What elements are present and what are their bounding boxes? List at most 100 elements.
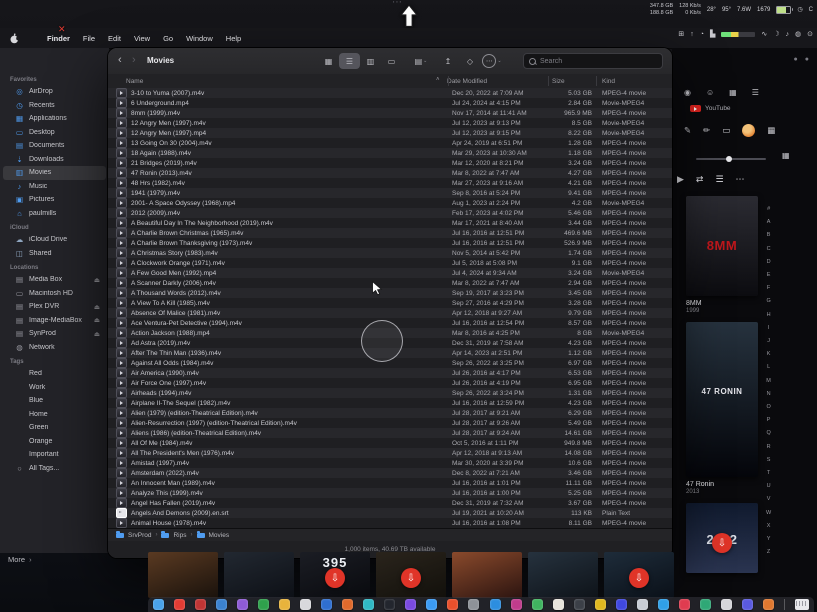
alpha-letter[interactable]: G <box>766 295 771 308</box>
user-icon[interactable]: ☺ <box>706 88 714 97</box>
dock-app-19[interactable] <box>531 599 543 610</box>
menu-go[interactable]: Go <box>163 34 173 43</box>
queue-button[interactable]: ☰ <box>715 174 723 185</box>
alpha-letter[interactable]: S <box>766 454 771 467</box>
sidebar-item-paulmills[interactable]: ⌂ paulmills <box>3 207 106 221</box>
sidebar-item-home[interactable]: Home <box>3 408 106 422</box>
dock-app-8[interactable] <box>300 599 312 610</box>
alpha-letter[interactable]: W <box>766 507 771 520</box>
file-row[interactable]: A Christmas Story (1983).m4v Nov 5, 2014… <box>108 248 672 258</box>
sidebar-item-downloads[interactable]: ⇣ Downloads <box>3 153 106 167</box>
grid-icon[interactable]: ▦ <box>729 88 737 97</box>
sidebar-item-image-mediabox[interactable]: ▤ Image-MediaBox ⏏ <box>3 314 106 328</box>
file-row[interactable]: 13 Going On 30 (2004).m4v Apr 24, 2019 a… <box>108 138 672 148</box>
file-row[interactable]: A Charlie Brown Thanksgiving (1973).m4v … <box>108 238 672 248</box>
dock-app-7[interactable] <box>279 599 291 610</box>
more-actions-button[interactable]: ⋯ ⌄ <box>482 53 502 69</box>
alpha-letter[interactable]: H <box>766 309 771 322</box>
menubar-extras[interactable]: ⊞ ↑ ◔ ▙ ∿ ☽ ♪ ◍ ⊙ <box>678 30 813 39</box>
file-row[interactable]: A Beautiful Day In The Neighborhood (201… <box>108 218 672 228</box>
view-icons-button[interactable]: ▦ <box>318 53 339 69</box>
dock-app-21[interactable] <box>573 599 585 610</box>
view-list-button[interactable]: ☰ <box>339 53 360 69</box>
desktop-poster[interactable] <box>452 552 522 598</box>
shuffle-button[interactable]: ⇄ <box>696 174 704 185</box>
file-row[interactable]: 48 Hrs (1982).m4v Mar 27, 2023 at 9:16 A… <box>108 178 672 188</box>
status-x-icon[interactable]: ✕ <box>58 24 66 35</box>
display-icon[interactable]: ▭ <box>722 125 730 136</box>
moon-icon[interactable]: ☽ <box>773 30 779 38</box>
file-row[interactable]: 12 Angry Men (1997).mp4 Jul 12, 2023 at … <box>108 128 672 138</box>
file-row[interactable]: 8mm (1999).m4v Nov 17, 2014 at 11:41 AM … <box>108 108 672 118</box>
alpha-letter[interactable]: K <box>766 348 771 361</box>
sidebar-item-shared[interactable]: ◫ Shared <box>3 247 106 261</box>
sidebar-item-plex-dvr[interactable]: ▤ Plex DVR ⏏ <box>3 300 106 314</box>
alpha-letter[interactable]: P <box>766 414 771 427</box>
menu-edit[interactable]: Edit <box>108 34 121 43</box>
path-item[interactable]: Movies <box>209 532 230 539</box>
dock-app-14[interactable] <box>426 599 438 610</box>
search-field[interactable]: Search <box>523 53 663 69</box>
sidebar-item-music[interactable]: ♪ Music <box>3 180 106 194</box>
sidebar-item-airdrop[interactable]: ◎ AirDrop <box>3 85 106 99</box>
grid-view-icon[interactable]: ▦ <box>782 151 790 160</box>
alpha-letter[interactable]: E <box>766 269 771 282</box>
alpha-letter[interactable]: C <box>766 243 771 256</box>
alpha-letter[interactable]: Z <box>766 546 771 559</box>
dock-app-27[interactable] <box>699 599 711 610</box>
menu-file[interactable]: File <box>83 34 95 43</box>
dock-app-11[interactable] <box>363 599 375 610</box>
file-row[interactable]: Amistad (1997).m4v Mar 30, 2020 at 3:39 … <box>108 458 672 468</box>
dock-app-3[interactable] <box>195 599 207 610</box>
dock-app-26[interactable] <box>678 599 690 610</box>
sidebar-item-network[interactable]: ◍ Network <box>3 341 106 355</box>
sidebar-item-applications[interactable]: ▦ Applications <box>3 112 106 126</box>
group-button[interactable]: ▤ ⌄ <box>411 53 431 69</box>
file-row[interactable]: Absence Of Malice (1981).m4v Apr 12, 201… <box>108 308 672 318</box>
back-button[interactable]: ‹ <box>118 54 122 66</box>
sidebar-item-macintosh-hd[interactable]: ▭ Macintosh HD <box>3 287 106 301</box>
eject-icon[interactable]: ⏏ <box>94 276 100 284</box>
dock-app-24[interactable] <box>636 599 648 610</box>
file-row[interactable]: Amsterdam (2022).m4v Dec 8, 2022 at 7:21… <box>108 468 672 478</box>
dock-app-17[interactable] <box>489 599 501 610</box>
menu-icon[interactable]: ☰ <box>752 88 759 97</box>
alpha-letter[interactable]: F <box>766 282 771 295</box>
sidebar-item-desktop[interactable]: ▭ Desktop <box>3 126 106 140</box>
sidebar-item-recents[interactable]: ◷ Recents <box>3 99 106 113</box>
file-row[interactable]: Angels And Demons (2009).en.srt Jul 19, … <box>108 508 672 518</box>
view-columns-button[interactable]: ▥ <box>360 53 381 69</box>
column-header-kind[interactable]: Kind <box>602 78 672 85</box>
up-icon[interactable]: ↑ <box>690 31 694 38</box>
dock-app-20[interactable] <box>552 599 564 610</box>
sidebar-item-synprod[interactable]: ▤ SynProd ⏏ <box>3 327 106 341</box>
download-badge[interactable]: ⇩ <box>712 533 732 553</box>
file-row[interactable]: 6 Underground.mp4 Jul 24, 2024 at 4:15 P… <box>108 98 672 108</box>
view-gallery-button[interactable]: ▭ <box>381 53 402 69</box>
sidebar-item-all-tags-[interactable]: ○ All Tags... <box>3 462 106 476</box>
menu-window[interactable]: Window <box>186 34 213 43</box>
sidebar-item-work[interactable]: Work <box>3 381 106 395</box>
file-row[interactable]: A Few Good Men (1992).mp4 Jul 4, 2024 at… <box>108 268 672 278</box>
panel-window-controls[interactable]: ● ● <box>794 56 809 63</box>
dock-app-2[interactable] <box>174 599 186 610</box>
file-row[interactable]: Alien (1979) (edition-Theatrical Edition… <box>108 408 672 418</box>
panel-dot-icon[interactable]: ● <box>805 56 809 63</box>
dock-app-1[interactable] <box>153 599 164 610</box>
alpha-letter[interactable]: V <box>766 493 771 506</box>
sidebar-item-media-box[interactable]: ▤ Media Box ⏏ <box>3 273 106 287</box>
file-row[interactable]: Aliens (1986) (edition-Theatrical Editio… <box>108 428 672 438</box>
file-row[interactable]: A Charlie Brown Christmas (1965).m4v Jul… <box>108 228 672 238</box>
download-badge[interactable]: ⇩ <box>629 568 649 588</box>
file-row[interactable]: 12 Angry Men (1997).m4v Jul 12, 2023 at … <box>108 118 672 128</box>
dock-app-30[interactable] <box>762 599 774 610</box>
dock-app-10[interactable] <box>342 599 354 610</box>
alpha-letter[interactable]: A <box>766 216 771 229</box>
avatar[interactable] <box>742 124 756 137</box>
forward-button[interactable]: › <box>132 54 136 66</box>
pin-icon[interactable]: ◉ <box>684 88 691 97</box>
dock-app-25[interactable] <box>657 599 669 610</box>
file-row[interactable]: All Of Me (1984).m4v Oct 5, 2016 at 1:11… <box>108 438 672 448</box>
power-icon[interactable]: ⊙ <box>807 30 813 38</box>
file-row[interactable]: Alien-Resurrection (1997) (edition-Theat… <box>108 418 672 428</box>
